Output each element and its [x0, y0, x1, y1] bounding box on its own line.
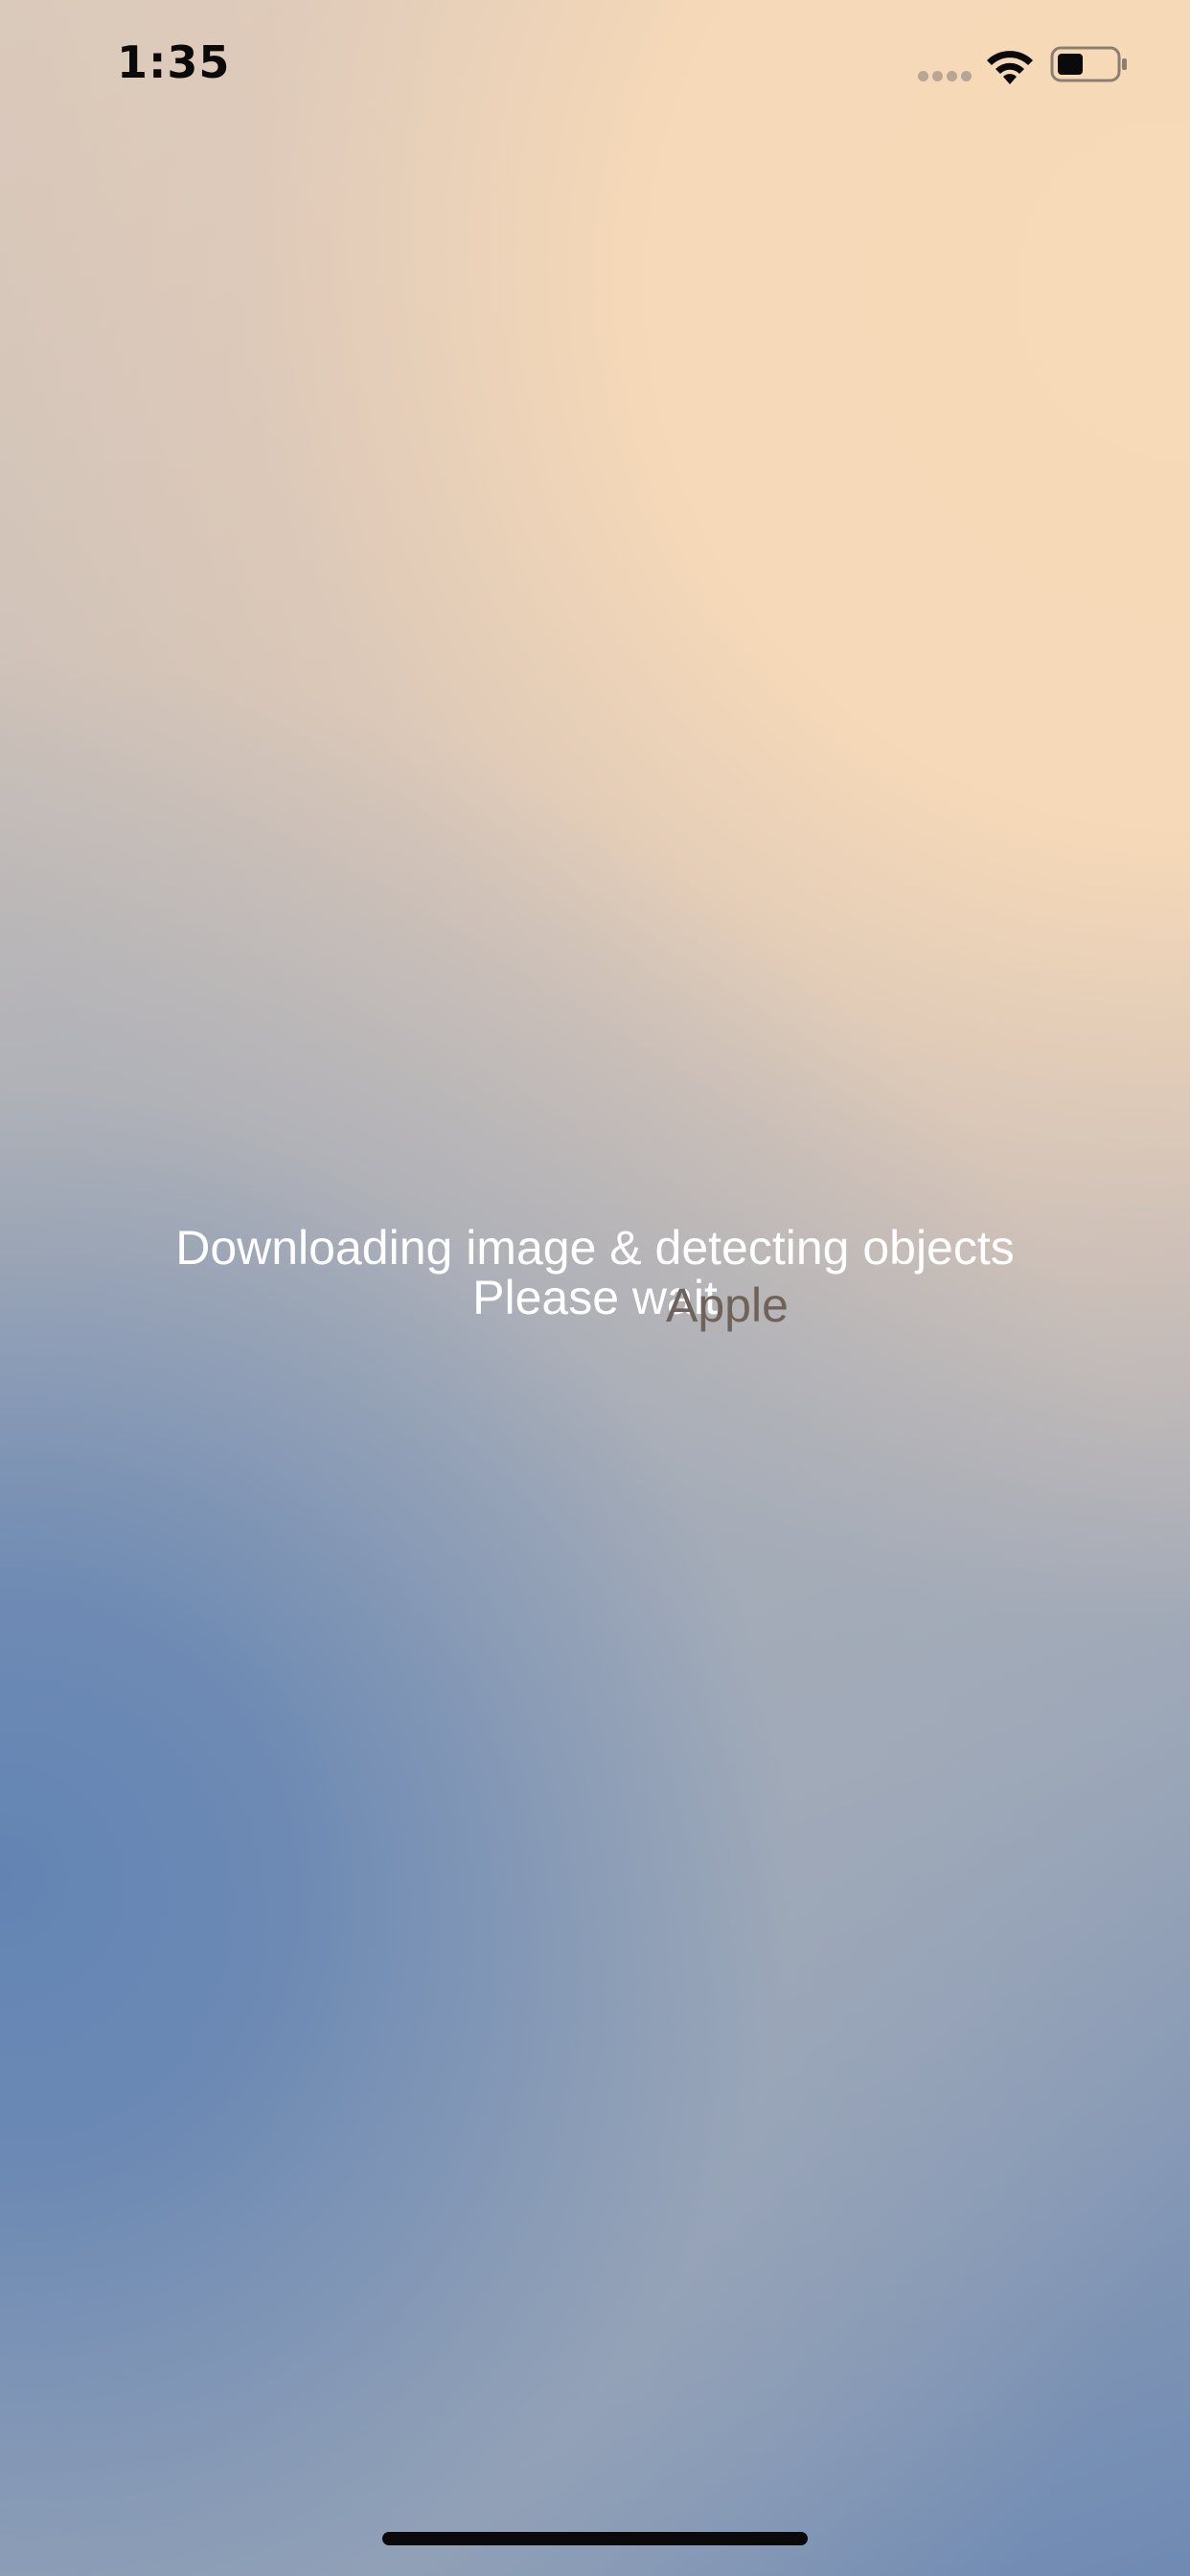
status-bar: 1:35 — [0, 0, 1190, 134]
battery-icon — [1050, 46, 1127, 82]
detected-object-label: Apple — [666, 1278, 789, 1332]
loading-subtitle: Please wait — [472, 1271, 718, 1324]
cellular-dots-icon — [918, 71, 972, 82]
wifi-icon — [987, 51, 1033, 84]
loading-title: Downloading image & detecting objects — [175, 1221, 1015, 1275]
status-time: 1:35 — [117, 36, 231, 88]
loading-message: Downloading image & detecting objects Pl… — [0, 1223, 1190, 1322]
app-screen: 1:35 Downloading image & detecting objec… — [0, 0, 1190, 2576]
home-indicator[interactable] — [382, 2532, 808, 2545]
